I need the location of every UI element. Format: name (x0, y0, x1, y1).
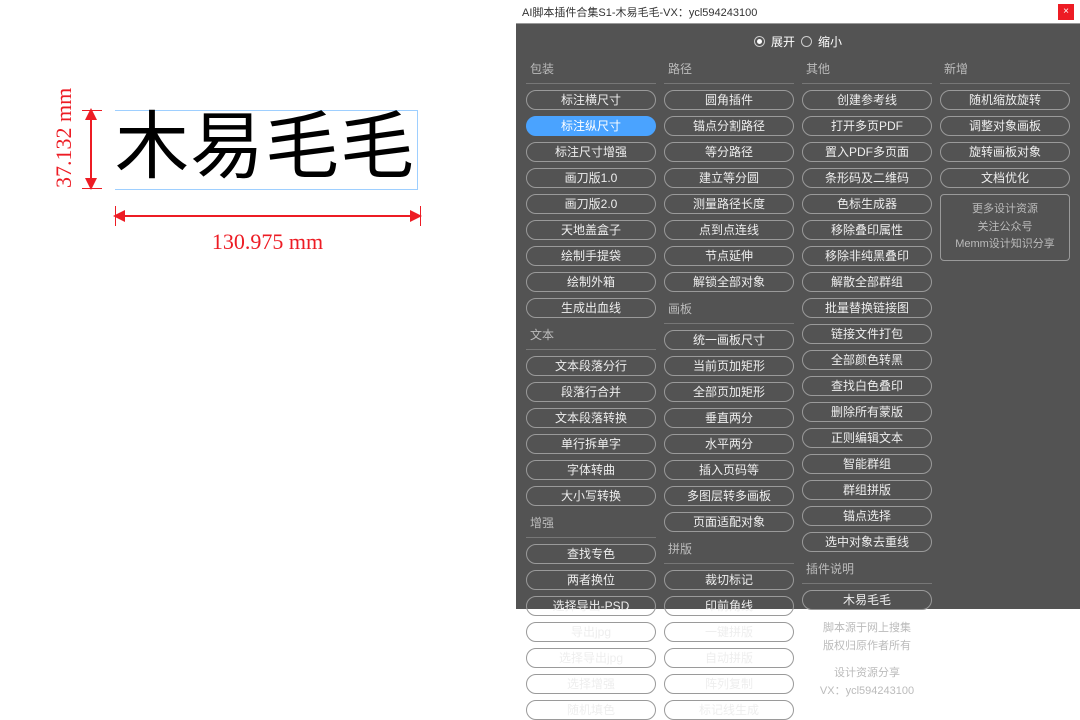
btn-path-4[interactable]: 测量路径长度 (664, 194, 794, 214)
btn-other-12[interactable]: 删除所有蒙版 (802, 402, 932, 422)
section-path: 路径 (664, 58, 794, 77)
plugin-panel: AI脚本插件合集S1-木易毛毛-VX：ycl594243100 × 展开 缩小 … (516, 0, 1080, 609)
btn-other-9[interactable]: 链接文件打包 (802, 324, 932, 344)
btn-other-8[interactable]: 批量替换链接图 (802, 298, 932, 318)
radio-expand-label: 展开 (771, 33, 795, 50)
btn-layout-4[interactable]: 阵列复制 (664, 674, 794, 694)
credits: 脚本源于网上搜集 版权归原作者所有 (802, 620, 932, 655)
btn-path-1[interactable]: 锚点分割路径 (664, 116, 794, 136)
btn-text-4[interactable]: 字体转曲 (526, 460, 656, 480)
col-2: 路径 圆角插件 锚点分割路径 等分路径 建立等分圆 测量路径长度 点到点连线 节… (664, 58, 794, 720)
main-text: 木易毛毛 (115, 110, 418, 190)
btn-other-5[interactable]: 移除叠印属性 (802, 220, 932, 240)
titlebar: AI脚本插件合集S1-木易毛毛-VX：ycl594243100 × (516, 0, 1080, 24)
btn-new-0[interactable]: 随机缩放旋转 (940, 90, 1070, 110)
btn-enhance-5[interactable]: 选择增强 (526, 674, 656, 694)
resource-box: 更多设计资源 关注公众号 Memm设计知识分享 (940, 194, 1070, 261)
btn-other-16[interactable]: 锚点选择 (802, 506, 932, 526)
btn-artboard-2[interactable]: 全部页加矩形 (664, 382, 794, 402)
btn-packaging-7[interactable]: 绘制外箱 (526, 272, 656, 292)
btn-other-4[interactable]: 色标生成器 (802, 194, 932, 214)
section-packaging: 包装 (526, 58, 656, 77)
btn-artboard-5[interactable]: 插入页码等 (664, 460, 794, 480)
btn-packaging-8[interactable]: 生成出血线 (526, 298, 656, 318)
btn-packaging-5[interactable]: 天地盖盒子 (526, 220, 656, 240)
btn-other-2[interactable]: 置入PDF多页面 (802, 142, 932, 162)
btn-other-6[interactable]: 移除非纯黑叠印 (802, 246, 932, 266)
btn-enhance-1[interactable]: 两者换位 (526, 570, 656, 590)
btn-artboard-7[interactable]: 页面适配对象 (664, 512, 794, 532)
btn-path-0[interactable]: 圆角插件 (664, 90, 794, 110)
btn-packaging-3[interactable]: 画刀版1.0 (526, 168, 656, 188)
btn-path-6[interactable]: 节点延伸 (664, 246, 794, 266)
btn-path-2[interactable]: 等分路径 (664, 142, 794, 162)
panel-title: AI脚本插件合集S1-木易毛毛-VX：ycl594243100 (522, 4, 1058, 20)
radio-collapse-label: 缩小 (818, 33, 842, 50)
btn-path-5[interactable]: 点到点连线 (664, 220, 794, 240)
btn-other-17[interactable]: 选中对象去重线 (802, 532, 932, 552)
btn-path-3[interactable]: 建立等分圆 (664, 168, 794, 188)
btn-artboard-6[interactable]: 多图层转多画板 (664, 486, 794, 506)
radio-expand[interactable] (754, 36, 765, 47)
section-new: 新增 (940, 58, 1070, 77)
btn-packaging-4[interactable]: 画刀版2.0 (526, 194, 656, 214)
btn-packaging-1[interactable]: 标注纵尺寸 (526, 116, 656, 136)
btn-artboard-3[interactable]: 垂直两分 (664, 408, 794, 428)
view-toggle: 展开 缩小 (516, 24, 1080, 58)
columns: 包装 标注横尺寸 标注纵尺寸 标注尺寸增强 画刀版1.0 画刀版2.0 天地盖盒… (516, 58, 1080, 720)
canvas-area: 木易毛毛 37.132 mm 130.975 mm (0, 0, 516, 609)
btn-layout-3[interactable]: 自动拼版 (664, 648, 794, 668)
btn-enhance-6[interactable]: 随机填色 (526, 700, 656, 720)
btn-enhance-3[interactable]: 导出jpg (526, 622, 656, 642)
btn-other-14[interactable]: 智能群组 (802, 454, 932, 474)
btn-artboard-0[interactable]: 统一画板尺寸 (664, 330, 794, 350)
btn-text-5[interactable]: 大小写转换 (526, 486, 656, 506)
btn-layout-2[interactable]: 一键拼版 (664, 622, 794, 642)
btn-other-7[interactable]: 解散全部群组 (802, 272, 932, 292)
artwork: 木易毛毛 (115, 110, 418, 190)
btn-text-1[interactable]: 段落行合并 (526, 382, 656, 402)
footer: 设计资源分享 VX：ycl594243100 (802, 665, 932, 700)
horizontal-dimension-label: 130.975 mm (115, 229, 420, 255)
btn-other-0[interactable]: 创建参考线 (802, 90, 932, 110)
btn-enhance-4[interactable]: 选择导出jpg (526, 648, 656, 668)
btn-path-7[interactable]: 解锁全部对象 (664, 272, 794, 292)
btn-other-15[interactable]: 群组拼版 (802, 480, 932, 500)
btn-other-1[interactable]: 打开多页PDF (802, 116, 932, 136)
col-1: 包装 标注横尺寸 标注纵尺寸 标注尺寸增强 画刀版1.0 画刀版2.0 天地盖盒… (526, 58, 656, 720)
btn-other-11[interactable]: 查找白色叠印 (802, 376, 932, 396)
vertical-dimension-label: 37.132 mm (51, 88, 77, 188)
btn-layout-1[interactable]: 印前角线 (664, 596, 794, 616)
btn-enhance-2[interactable]: 选择导出-PSD (526, 596, 656, 616)
section-artboard: 画板 (664, 298, 794, 317)
btn-layout-0[interactable]: 裁切标记 (664, 570, 794, 590)
btn-artboard-4[interactable]: 水平两分 (664, 434, 794, 454)
close-button[interactable]: × (1058, 4, 1074, 20)
btn-other-10[interactable]: 全部颜色转黑 (802, 350, 932, 370)
btn-other-13[interactable]: 正则编辑文本 (802, 428, 932, 448)
btn-artboard-1[interactable]: 当前页加矩形 (664, 356, 794, 376)
radio-collapse[interactable] (801, 36, 812, 47)
section-layout: 拼版 (664, 538, 794, 557)
btn-about-author[interactable]: 木易毛毛 (802, 590, 932, 610)
btn-new-1[interactable]: 调整对象画板 (940, 116, 1070, 136)
col-3: 其他 创建参考线 打开多页PDF 置入PDF多页面 条形码及二维码 色标生成器 … (802, 58, 932, 720)
btn-packaging-2[interactable]: 标注尺寸增强 (526, 142, 656, 162)
btn-packaging-0[interactable]: 标注横尺寸 (526, 90, 656, 110)
btn-enhance-0[interactable]: 查找专色 (526, 544, 656, 564)
section-about: 插件说明 (802, 558, 932, 577)
btn-text-2[interactable]: 文本段落转换 (526, 408, 656, 428)
btn-text-3[interactable]: 单行拆单字 (526, 434, 656, 454)
col-4: 新增 随机缩放旋转 调整对象画板 旋转画板对象 文档优化 更多设计资源 关注公众… (940, 58, 1070, 720)
section-enhance: 增强 (526, 512, 656, 531)
section-text: 文本 (526, 324, 656, 343)
btn-other-3[interactable]: 条形码及二维码 (802, 168, 932, 188)
section-other: 其他 (802, 58, 932, 77)
btn-layout-5[interactable]: 标记线生成 (664, 700, 794, 720)
btn-text-0[interactable]: 文本段落分行 (526, 356, 656, 376)
btn-new-3[interactable]: 文档优化 (940, 168, 1070, 188)
btn-new-2[interactable]: 旋转画板对象 (940, 142, 1070, 162)
btn-packaging-6[interactable]: 绘制手提袋 (526, 246, 656, 266)
